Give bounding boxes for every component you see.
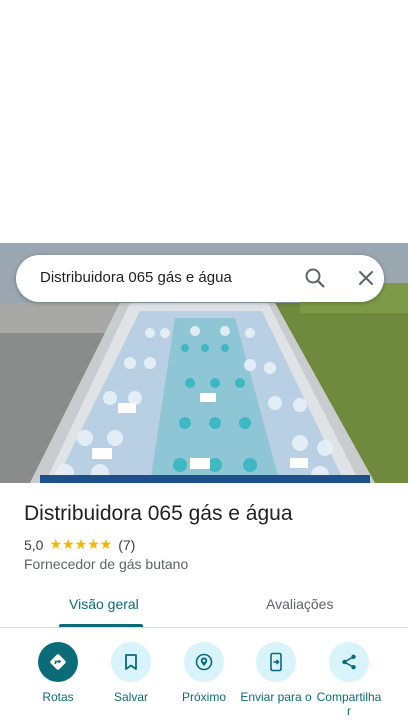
rating-stars-icon: ★★★★★ [49, 536, 113, 552]
search-input[interactable]: Distribuidora 065 gás e água [40, 269, 232, 286]
rating-value: 5,0 [24, 536, 44, 553]
search-bar[interactable]: Distribuidora 065 gás e água [16, 255, 384, 302]
nearby-label: Próximo [181, 690, 226, 704]
directions-label: Rotas [42, 690, 74, 704]
place-title: Distribuidora 065 gás e água [24, 502, 293, 525]
save-label: Salvar [113, 690, 148, 704]
map-blank-area [0, 0, 408, 243]
search-icon[interactable] [304, 267, 326, 289]
nearby-icon [184, 642, 224, 682]
send-to-phone-icon [256, 642, 296, 682]
rating-row[interactable]: 5,0 ★★★★★ (7) [24, 536, 135, 553]
save-button[interactable]: Salvar [95, 642, 167, 704]
tab-reviews[interactable]: Avaliações [266, 596, 333, 612]
close-icon[interactable] [356, 268, 376, 288]
send-to-phone-button[interactable]: Enviar para o [240, 642, 312, 704]
tab-bar: Visão geral Avaliações [0, 584, 408, 628]
share-icon [329, 642, 369, 682]
send-to-phone-label: Enviar para o [240, 690, 312, 704]
directions-button[interactable]: Rotas [22, 642, 94, 704]
bookmark-icon [111, 642, 151, 682]
share-button[interactable]: Compartilha r [313, 642, 385, 718]
directions-icon [38, 642, 78, 682]
nearby-button[interactable]: Próximo [168, 642, 240, 704]
place-category: Fornecedor de gás butano [24, 556, 189, 572]
review-count: (7) [118, 536, 136, 553]
share-label: Compartilha r [316, 690, 382, 718]
tab-overview[interactable]: Visão geral [69, 596, 139, 612]
divider [0, 627, 408, 628]
